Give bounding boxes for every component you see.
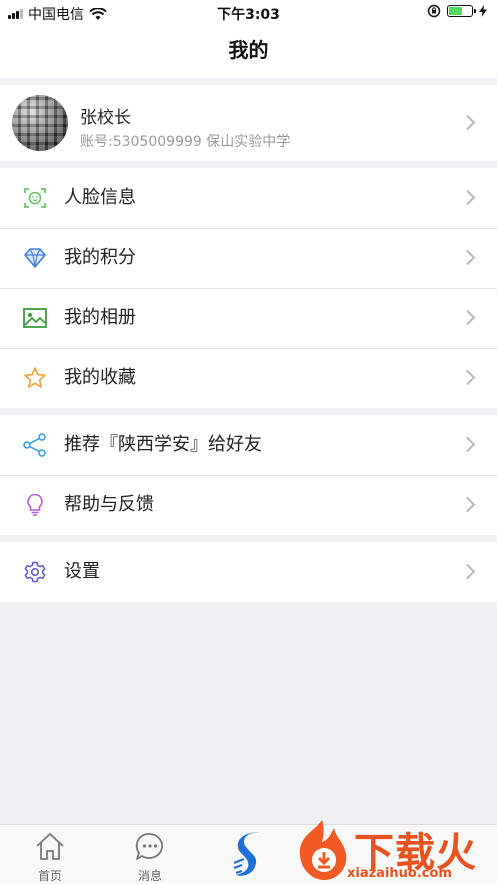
menu-item-points[interactable]: 我的积分 — [0, 228, 497, 288]
diamond-icon — [24, 248, 46, 268]
menu-item-favorites[interactable]: 我的收藏 — [0, 348, 497, 408]
menu-item-album[interactable]: 我的相册 — [0, 288, 497, 348]
nav-bar: 我的 — [0, 24, 497, 78]
chevron-right-icon — [459, 114, 476, 131]
star-icon — [24, 367, 46, 388]
menu-label: 推荐『陕西学安』给好友 — [64, 434, 262, 455]
tab-messages[interactable]: 消息 — [100, 825, 200, 884]
watermark: 下载火 xiazaihuo.com — [292, 816, 497, 883]
gear-icon — [24, 561, 46, 583]
orientation-lock-icon — [427, 4, 441, 18]
tab-app[interactable] — [200, 825, 300, 884]
tab-label: 首页 — [37, 869, 62, 883]
menu-label: 我的相册 — [64, 307, 136, 328]
menu-group-1: 人脸信息 我的积分 我的相册 我的收藏 — [0, 168, 497, 408]
chat-icon — [135, 833, 163, 860]
status-right — [427, 4, 487, 18]
menu-group-3: 设置 — [0, 542, 497, 602]
share-icon — [23, 433, 46, 457]
chevron-right-icon — [459, 249, 476, 266]
status-time: 下午3:03 — [217, 7, 280, 23]
watermark-url: xiazaihuo.com — [347, 866, 452, 881]
battery-icon — [447, 5, 476, 17]
chevron-right-icon — [459, 309, 476, 326]
chevron-right-icon — [459, 189, 476, 206]
menu-item-settings[interactable]: 设置 — [0, 542, 497, 602]
profile-account: 账号:5305009999 保山实验中学 — [80, 134, 291, 150]
chevron-right-icon — [459, 436, 476, 453]
profile-name: 张校长 — [80, 108, 131, 128]
tab-home[interactable]: 首页 — [0, 825, 100, 884]
chevron-right-icon — [459, 563, 476, 580]
menu-group-2: 推荐『陕西学安』给好友 帮助与反馈 — [0, 415, 497, 535]
page-title: 我的 — [228, 38, 269, 62]
menu-label: 人脸信息 — [64, 187, 136, 208]
menu-label: 帮助与反馈 — [64, 494, 154, 515]
flame-logo-icon — [299, 820, 347, 880]
profile-card[interactable]: 张校长 账号:5305009999 保山实验中学 — [0, 85, 497, 161]
face-scan-icon — [24, 188, 46, 208]
status-bar: 中国电信 下午3:03 — [0, 0, 497, 24]
menu-label: 设置 — [64, 561, 100, 582]
chevron-right-icon — [459, 496, 476, 513]
charging-icon — [479, 5, 487, 17]
menu-item-help-feedback[interactable]: 帮助与反馈 — [0, 475, 497, 535]
menu-label: 我的积分 — [64, 247, 136, 268]
app-logo-icon — [233, 832, 260, 876]
avatar — [12, 95, 68, 151]
image-icon — [23, 308, 47, 328]
chevron-right-icon — [459, 369, 476, 386]
menu-label: 我的收藏 — [64, 367, 136, 388]
menu-item-recommend[interactable]: 推荐『陕西学安』给好友 — [0, 415, 497, 475]
lightbulb-icon — [27, 493, 43, 516]
home-icon — [36, 833, 64, 860]
tab-label: 消息 — [137, 869, 162, 883]
menu-item-face-info[interactable]: 人脸信息 — [0, 168, 497, 228]
